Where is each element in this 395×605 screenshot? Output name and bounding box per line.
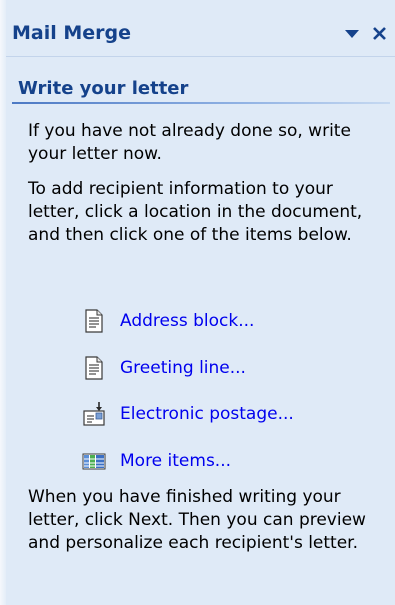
postage-icon: [83, 402, 105, 426]
document-icon: [85, 356, 103, 380]
next-step-paragraph: When you have finished writing your lett…: [28, 487, 366, 553]
more-items-label: More items...: [120, 451, 232, 471]
pane-left-edge: [0, 0, 6, 605]
close-button[interactable]: [369, 21, 391, 45]
pane-titlebar: Mail Merge: [6, 15, 395, 55]
greeting-line-label: Greeting line...: [120, 358, 246, 378]
electronic-postage-link[interactable]: Electronic postage...: [82, 399, 294, 429]
pane-options-button[interactable]: [341, 21, 363, 45]
mail-merge-task-pane: Mail Merge Write your letter If you have…: [0, 0, 395, 605]
greeting-line-link[interactable]: Greeting line...: [82, 353, 246, 383]
section-underline: [12, 102, 390, 104]
more-items-link[interactable]: More items...: [82, 446, 231, 476]
titlebar-divider: [6, 56, 395, 57]
section-title: Write your letter: [18, 78, 189, 99]
document-icon: [85, 309, 103, 333]
instructions-paragraph: To add recipient information to your let…: [28, 179, 363, 245]
database-fields-icon: [82, 453, 106, 470]
address-block-link[interactable]: Address block...: [82, 306, 254, 336]
intro-paragraph: If you have not already done so, write y…: [28, 121, 351, 164]
dropdown-arrow-icon: [345, 30, 359, 38]
address-block-label: Address block...: [120, 311, 255, 331]
close-icon: [373, 27, 386, 40]
electronic-postage-label: Electronic postage...: [120, 404, 294, 424]
pane-title: Mail Merge: [12, 22, 132, 44]
